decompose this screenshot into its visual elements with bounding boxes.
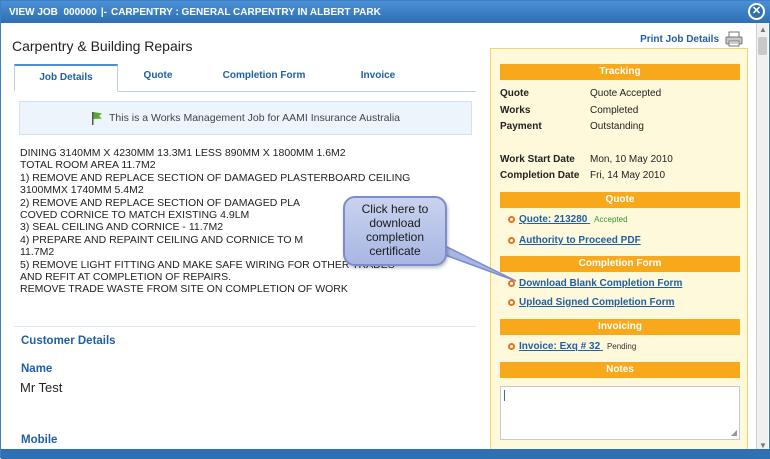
tracking-payment-value: Outstanding: [590, 121, 644, 132]
customer-name-value: Mr Test: [20, 380, 63, 395]
tracking-quote-value: Quote Accepted: [590, 88, 662, 99]
quote-link[interactable]: Quote: 213280 Accepted: [519, 214, 628, 225]
completion-date-value: Fri, 14 May 2010: [590, 170, 666, 181]
completion-date-label: Completion Date: [500, 170, 580, 181]
notice-text: This is a Works Management Job for AAMI …: [108, 112, 401, 124]
tab-completion-form[interactable]: Completion Form: [198, 64, 330, 92]
quote-link-label[interactable]: Quote: 213280: [519, 214, 587, 225]
customer-details-heading: Customer Details: [21, 335, 116, 347]
customer-name-label: Name: [21, 363, 53, 375]
download-hint-callout: Click here to download completion certif…: [343, 196, 447, 266]
invoice-pending-badge: Pending: [606, 342, 637, 351]
bullet-icon: [508, 343, 515, 350]
customer-mobile-label: Mobile: [21, 434, 58, 446]
tracking-works-value: Completed: [590, 105, 639, 116]
upload-signed-completion-form-link[interactable]: Upload Signed Completion Form: [519, 297, 675, 308]
tab-job-details[interactable]: Job Details: [14, 64, 118, 92]
tracking-header: Tracking: [500, 64, 740, 80]
bullet-icon: [508, 299, 515, 306]
completion-form-header: Completion Form: [500, 256, 740, 272]
close-icon[interactable]: ✕: [748, 3, 765, 20]
printer-icon[interactable]: [725, 31, 743, 47]
flag-icon: [91, 112, 102, 125]
work-start-date-value: Mon, 10 May 2010: [590, 154, 673, 165]
notes-textarea[interactable]: ◢: [500, 386, 740, 440]
notes-header: Notes: [500, 362, 740, 378]
scrollbar-thumb[interactable]: [758, 37, 767, 55]
bullet-icon: [508, 237, 515, 244]
quote-header: Quote: [500, 192, 740, 208]
quote-accepted-badge: Accepted: [594, 215, 628, 224]
invoice-link-label[interactable]: Invoice: Exq # 32: [519, 341, 600, 352]
job-details-panel: This is a Works Management Job for AAMI …: [14, 93, 476, 459]
view-job-label: VIEW JOB: [9, 6, 58, 18]
tracking-payment-label: Payment: [500, 121, 542, 132]
window-titlebar: VIEW JOB 000000 |- CARPENTRY : GENERAL C…: [1, 1, 770, 23]
bullet-icon: [508, 216, 515, 223]
tracking-works-label: Works: [500, 105, 531, 116]
job-tabs: Job Details Quote Completion Form Invoic…: [14, 64, 476, 92]
work-start-date-label: Work Start Date: [500, 154, 575, 165]
works-management-notice: This is a Works Management Job for AAMI …: [19, 101, 472, 135]
job-sidebar: Tracking Quote Quote Accepted Works Comp…: [490, 48, 748, 451]
download-blank-completion-form-link[interactable]: Download Blank Completion Form: [519, 278, 682, 289]
section-divider: [14, 326, 476, 327]
text-cursor: [504, 390, 505, 401]
print-job-details-link[interactable]: Print Job Details: [640, 34, 719, 45]
bullet-icon: [508, 280, 515, 287]
resize-grip-icon[interactable]: ◢: [731, 428, 737, 437]
tab-quote[interactable]: Quote: [118, 64, 198, 92]
job-number: 000000: [63, 6, 97, 18]
vertical-scrollbar[interactable]: ▲ ▼: [756, 23, 768, 453]
invoicing-header: Invoicing: [500, 319, 740, 335]
invoice-link[interactable]: Invoice: Exq # 32 Pending: [519, 341, 636, 352]
tracking-quote-label: Quote: [500, 88, 529, 99]
title-separator: |-: [100, 6, 107, 18]
job-breadcrumb: CARPENTRY : GENERAL CARPENTRY IN ALBERT …: [110, 6, 381, 18]
view-job-window: VIEW JOB 000000 |- CARPENTRY : GENERAL C…: [0, 0, 770, 459]
tab-invoice[interactable]: Invoice: [330, 64, 426, 92]
scroll-up-icon[interactable]: ▲: [758, 25, 768, 35]
authority-to-proceed-link[interactable]: Authority to Proceed PDF: [519, 235, 641, 246]
page-title: Carpentry & Building Repairs: [12, 38, 193, 54]
